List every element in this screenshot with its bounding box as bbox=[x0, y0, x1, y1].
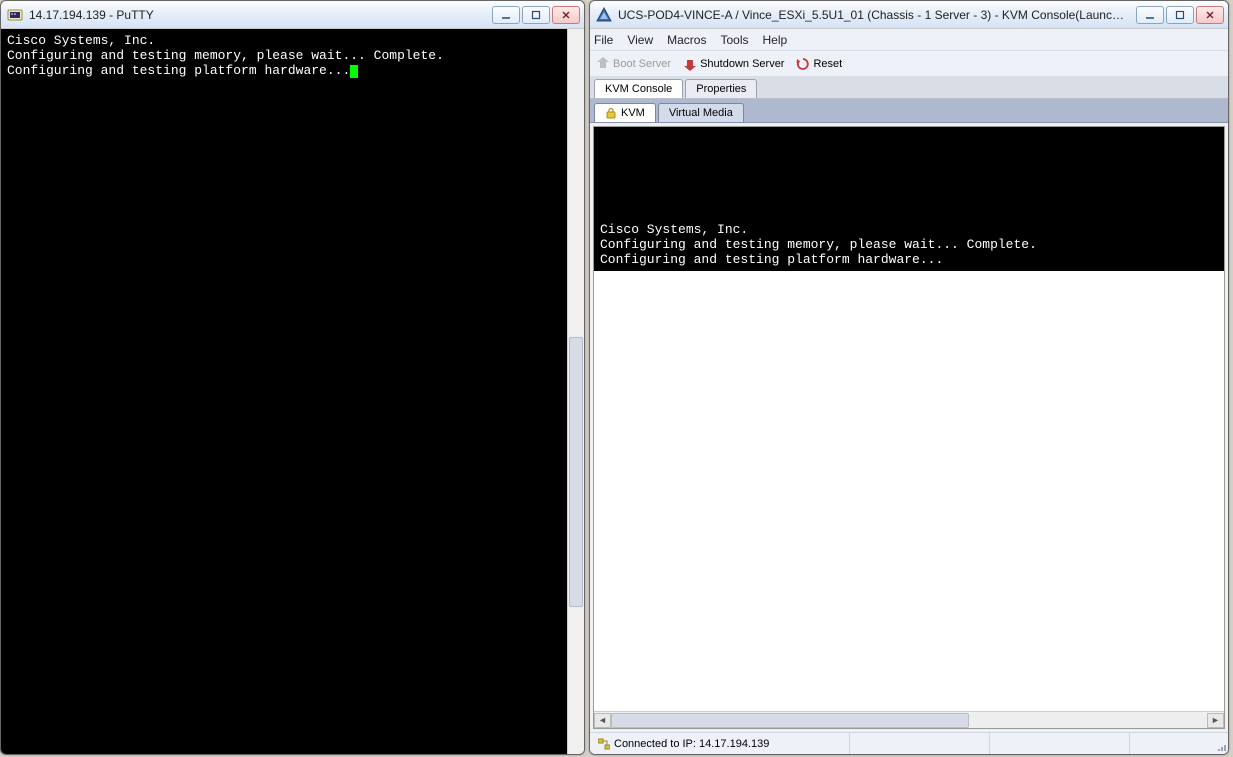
scroll-left-button[interactable]: ◄ bbox=[594, 713, 611, 728]
kvm-title: UCS-POD4-VINCE-A / Vince_ESXi_5.5U1_01 (… bbox=[618, 8, 1130, 22]
reset-button[interactable]: Reset bbox=[796, 57, 842, 71]
putty-titlebar[interactable]: 14.17.194.139 - PuTTY bbox=[1, 1, 584, 29]
minimize-button[interactable] bbox=[492, 6, 520, 24]
close-button[interactable] bbox=[1196, 6, 1224, 24]
maximize-button[interactable] bbox=[522, 6, 550, 24]
minimize-icon bbox=[501, 10, 511, 20]
scrollbar-thumb[interactable] bbox=[611, 713, 969, 728]
putty-window: 14.17.194.139 - PuTTY Cisco Systems, Inc… bbox=[0, 0, 585, 755]
lock-icon bbox=[605, 107, 617, 119]
terminal-line: Configuring and testing platform hardwar… bbox=[600, 252, 943, 267]
shutdown-server-label: Shutdown Server bbox=[700, 58, 784, 70]
close-button[interactable] bbox=[552, 6, 580, 24]
tab-properties[interactable]: Properties bbox=[685, 79, 757, 98]
close-icon bbox=[1205, 10, 1215, 20]
scrollbar-track[interactable] bbox=[611, 713, 1207, 728]
kvm-horizontal-scrollbar[interactable]: ◄ ► bbox=[594, 711, 1224, 728]
scrollbar-thumb[interactable] bbox=[569, 337, 583, 607]
maximize-icon bbox=[1175, 10, 1185, 20]
kvm-menubar: File View Macros Tools Help bbox=[590, 29, 1228, 51]
boot-icon bbox=[596, 57, 610, 71]
subtab-virtual-media[interactable]: Virtual Media bbox=[658, 103, 744, 122]
menu-macros[interactable]: Macros bbox=[667, 33, 706, 47]
terminal-line: Configuring and testing memory, please w… bbox=[7, 48, 444, 63]
resize-grip[interactable] bbox=[1210, 735, 1228, 753]
putty-title: 14.17.194.139 - PuTTY bbox=[29, 8, 486, 22]
status-connection: Connected to IP: 14.17.194.139 bbox=[590, 733, 850, 754]
menu-tools[interactable]: Tools bbox=[720, 33, 748, 47]
kvm-tab-row: KVM Console Properties bbox=[590, 77, 1228, 99]
putty-icon bbox=[7, 7, 23, 23]
kvm-terminal[interactable]: Cisco Systems, Inc. Configuring and test… bbox=[594, 127, 1224, 271]
minimize-button[interactable] bbox=[1136, 6, 1164, 24]
minimize-icon bbox=[1145, 10, 1155, 20]
terminal-line: Configuring and testing memory, please w… bbox=[600, 237, 1037, 252]
terminal-cursor bbox=[350, 65, 358, 78]
scroll-right-button[interactable]: ► bbox=[1207, 713, 1224, 728]
network-icon bbox=[598, 738, 610, 750]
kvm-toolbar: Boot Server Shutdown Server Reset bbox=[590, 51, 1228, 77]
menu-file[interactable]: File bbox=[594, 33, 613, 47]
putty-vertical-scrollbar[interactable] bbox=[567, 29, 584, 754]
terminal-line: Cisco Systems, Inc. bbox=[7, 33, 155, 48]
reset-icon bbox=[796, 57, 810, 71]
subtab-kvm-label: KVM bbox=[621, 107, 645, 119]
tab-kvm-console[interactable]: KVM Console bbox=[594, 79, 683, 98]
ucs-icon bbox=[596, 7, 612, 23]
boot-server-label: Boot Server bbox=[613, 58, 671, 70]
maximize-icon bbox=[531, 10, 541, 20]
kvm-terminal-wrap: Cisco Systems, Inc. Configuring and test… bbox=[594, 127, 1224, 711]
maximize-button[interactable] bbox=[1166, 6, 1194, 24]
putty-window-controls bbox=[492, 6, 580, 24]
menu-help[interactable]: Help bbox=[763, 33, 788, 47]
shutdown-icon bbox=[683, 57, 697, 71]
subtab-kvm[interactable]: KVM bbox=[594, 103, 656, 122]
kvm-window-controls bbox=[1136, 6, 1224, 24]
kvm-window: UCS-POD4-VINCE-A / Vince_ESXi_5.5U1_01 (… bbox=[589, 0, 1229, 755]
close-icon bbox=[561, 10, 571, 20]
reset-label: Reset bbox=[813, 58, 842, 70]
menu-view[interactable]: View bbox=[627, 33, 653, 47]
boot-server-button: Boot Server bbox=[596, 57, 671, 71]
status-cell-2 bbox=[850, 733, 990, 754]
kvm-body: Cisco Systems, Inc. Configuring and test… bbox=[593, 126, 1225, 729]
terminal-line: Configuring and testing platform hardwar… bbox=[7, 63, 350, 78]
putty-terminal[interactable]: Cisco Systems, Inc. Configuring and test… bbox=[1, 29, 567, 754]
status-cell-3 bbox=[990, 733, 1130, 754]
putty-body: Cisco Systems, Inc. Configuring and test… bbox=[1, 29, 584, 754]
shutdown-server-button[interactable]: Shutdown Server bbox=[683, 57, 784, 71]
kvm-titlebar[interactable]: UCS-POD4-VINCE-A / Vince_ESXi_5.5U1_01 (… bbox=[590, 1, 1228, 29]
kvm-statusbar: Connected to IP: 14.17.194.139 bbox=[590, 732, 1228, 754]
kvm-subtab-row: KVM Virtual Media bbox=[590, 99, 1228, 123]
terminal-line: Cisco Systems, Inc. bbox=[600, 222, 748, 237]
status-connection-text: Connected to IP: 14.17.194.139 bbox=[614, 738, 769, 750]
